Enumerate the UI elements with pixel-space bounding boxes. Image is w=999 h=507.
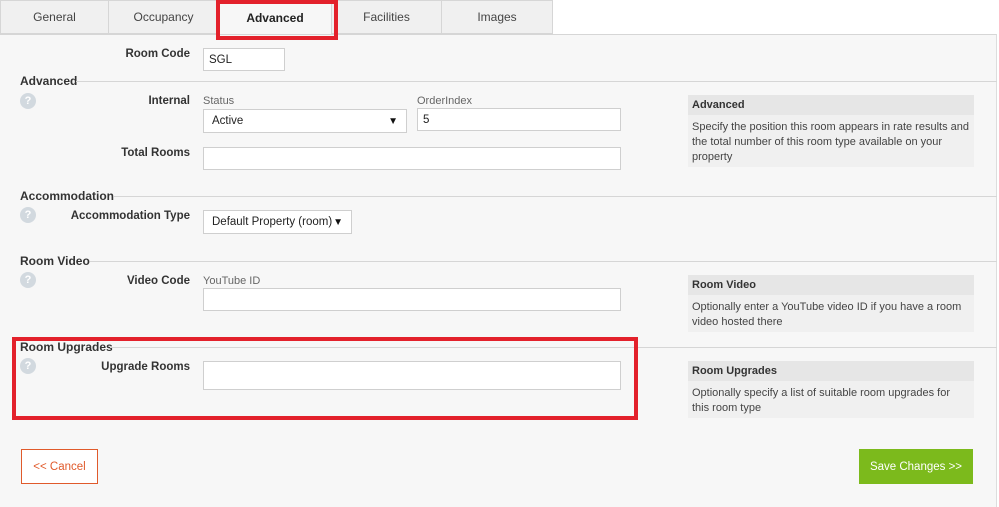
room-video-info-text: Optionally enter a YouTube video ID if y…	[692, 301, 962, 328]
video-code-label: Video Code	[126, 275, 190, 287]
accommodation-type-select[interactable]: Default Property (room) ▼	[203, 210, 352, 234]
accommodation-type-selected-value: Default Property (room)	[212, 216, 333, 228]
tab-general[interactable]: General	[0, 0, 109, 34]
tab-facilities[interactable]: Facilities	[331, 0, 442, 34]
accommodation-type-label: Accommodation Type	[70, 210, 190, 222]
accommodation-section-divider	[114, 196, 997, 197]
status-label: Status	[203, 95, 235, 107]
upgrade-rooms-input[interactable]	[203, 361, 621, 390]
status-selected-value: Active	[212, 115, 244, 127]
tab-occupancy[interactable]: Occupancy	[108, 0, 219, 34]
room-upgrades-info-text: Optionally specify a list of suitable ro…	[692, 387, 951, 414]
tab-bar: General Occupancy Advanced Facilities Im…	[0, 0, 999, 34]
tab-images[interactable]: Images	[441, 0, 553, 34]
advanced-section-divider	[76, 81, 997, 82]
chevron-down-icon: ▼	[333, 216, 343, 228]
cancel-button[interactable]: << Cancel	[21, 449, 98, 484]
tab-advanced[interactable]: Advanced	[218, 0, 332, 34]
total-rooms-label: Total Rooms	[121, 147, 190, 159]
order-index-input[interactable]: 5	[417, 108, 621, 131]
youtube-id-label: YouTube ID	[203, 275, 261, 287]
room-upgrades-info-title: Room Upgrades	[688, 361, 974, 381]
internal-label: Internal	[148, 95, 190, 107]
room-video-info-title: Room Video	[688, 275, 974, 295]
accommodation-section-title: Accommodation	[20, 189, 115, 203]
advanced-info-box: Advanced Specify the position this room …	[688, 95, 974, 167]
total-rooms-input[interactable]	[203, 147, 621, 170]
room-upgrades-section-divider	[110, 347, 997, 348]
room-video-section-title: Room Video	[20, 254, 90, 268]
room-code-input[interactable]: SGL	[203, 48, 285, 71]
room-code-label: Room Code	[125, 48, 190, 60]
upgrade-rooms-label: Upgrade Rooms	[101, 361, 190, 373]
room-video-info-box: Room Video Optionally enter a YouTube vi…	[688, 275, 974, 332]
youtube-id-input[interactable]	[203, 288, 621, 311]
advanced-info-title: Advanced	[688, 95, 974, 115]
room-upgrades-info-box: Room Upgrades Optionally specify a list …	[688, 361, 974, 418]
advanced-section-title: Advanced	[20, 74, 78, 88]
room-video-section-divider	[90, 261, 997, 262]
order-index-label: OrderIndex	[417, 95, 473, 107]
chevron-down-icon: ▼	[388, 115, 398, 127]
status-select[interactable]: Active ▼	[203, 109, 407, 133]
save-changes-button[interactable]: Save Changes >>	[859, 449, 973, 484]
advanced-info-text: Specify the position this room appears i…	[692, 121, 969, 163]
room-upgrades-section-title: Room Upgrades	[20, 340, 113, 354]
